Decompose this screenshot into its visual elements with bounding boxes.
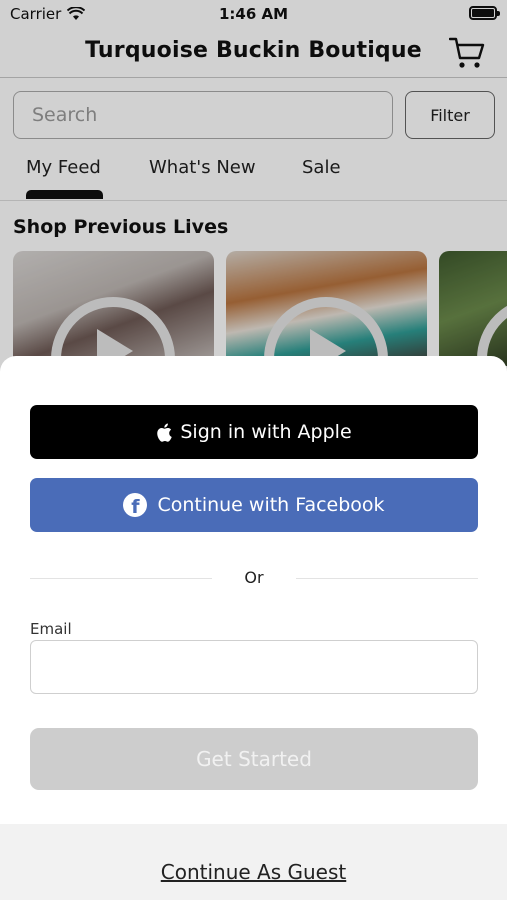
email-field[interactable]	[30, 640, 478, 694]
email-label: Email	[30, 620, 72, 638]
divider-text: Or	[244, 568, 264, 587]
divider	[296, 578, 478, 579]
facebook-icon: f	[123, 493, 148, 517]
facebook-button-label: Continue with Facebook	[157, 494, 385, 516]
apple-icon	[157, 423, 173, 442]
get-started-button[interactable]: Get Started	[30, 728, 478, 790]
continue-with-facebook-button[interactable]: f Continue with Facebook	[30, 478, 478, 532]
sign-in-with-apple-button[interactable]: Sign in with Apple	[30, 405, 478, 459]
sign-in-sheet: Sign in with Apple f Continue with Faceb…	[0, 356, 507, 900]
continue-as-guest-link[interactable]: Continue As Guest	[0, 860, 507, 884]
divider	[30, 578, 212, 579]
apple-button-label: Sign in with Apple	[180, 421, 352, 443]
guest-area: Continue As Guest	[0, 824, 507, 900]
